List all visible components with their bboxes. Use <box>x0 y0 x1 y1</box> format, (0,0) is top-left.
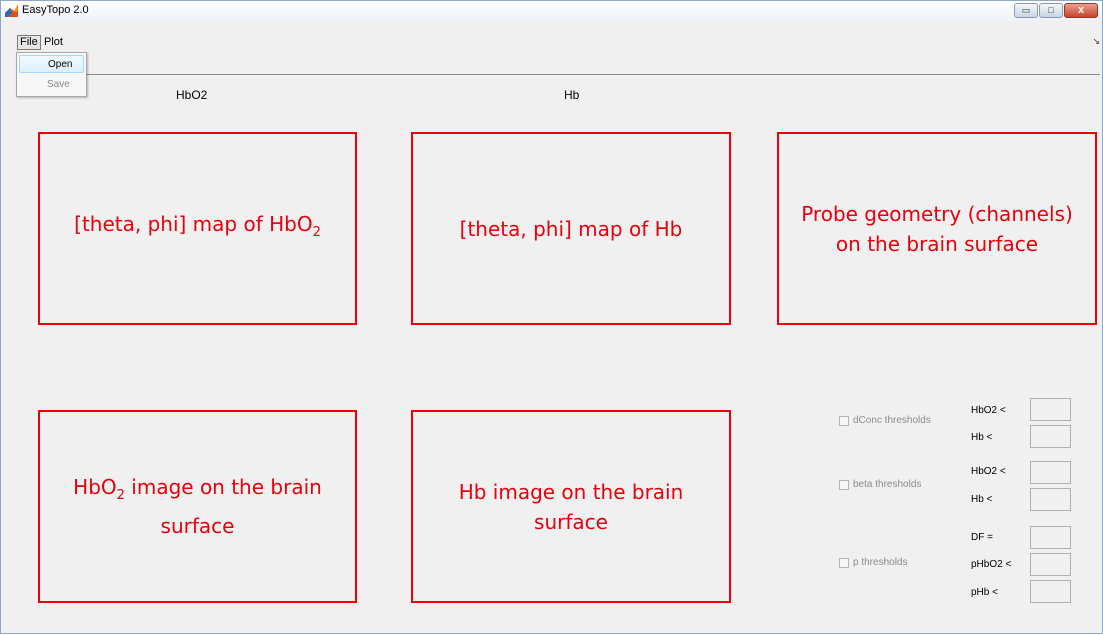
panel-image-hb-line1: Hb image on the brain <box>458 479 684 504</box>
panel-image-hbo2-line2: surface <box>160 514 235 538</box>
panel-probe-line1: Probe geometry (channels) <box>801 201 1073 226</box>
minimize-button[interactable]: ▭ <box>1014 3 1038 18</box>
menu-file[interactable]: File <box>17 35 41 50</box>
p-hbo2-label: pHbO2 < <box>971 559 1012 570</box>
beta-thresholds-checkbox[interactable]: beta thresholds <box>839 479 921 490</box>
beta-hbo2-input[interactable] <box>1030 461 1071 484</box>
p-thresholds-label: p thresholds <box>853 557 908 568</box>
file-menu-dropdown: Open Save <box>16 52 87 97</box>
window-controls: ▭ □ x <box>1013 3 1098 18</box>
menu-item-save[interactable]: Save <box>19 76 84 94</box>
maximize-button[interactable]: □ <box>1039 3 1063 18</box>
panel-image-hb: Hb image on the brain surface <box>411 410 731 603</box>
close-button[interactable]: x <box>1064 3 1098 18</box>
checkbox-box[interactable] <box>839 479 849 490</box>
app-window: EasyTopo 2.0 ▭ □ x File Plot ↘ HbO2 Hb [… <box>0 0 1103 634</box>
beta-hbo2-label: HbO2 < <box>971 466 1006 477</box>
beta-hb-label: Hb < <box>971 494 993 505</box>
panel-image-hb-line2: surface <box>534 509 608 534</box>
p-hb-label: pHb < <box>971 587 998 598</box>
close-icon: x <box>1077 4 1085 16</box>
dconc-thresholds-label: dConc thresholds <box>853 415 931 426</box>
p-thresholds-checkbox[interactable]: p thresholds <box>839 557 907 568</box>
panel-map-hb-label: [theta, phi] map of Hb <box>459 216 683 241</box>
p-df-label: DF = <box>971 532 993 543</box>
p-hb-input[interactable] <box>1030 580 1071 603</box>
panel-image-hbo2-line1: HbO2 image on the brain <box>73 475 322 503</box>
dconc-hbo2-input[interactable] <box>1030 398 1071 421</box>
panel-probe-geometry: Probe geometry (channels) on the brain s… <box>777 132 1097 325</box>
dconc-hb-label: Hb < <box>971 432 993 443</box>
panel-map-hbo2-label: [theta, phi] map of HbO2 <box>74 212 321 240</box>
panel-map-hbo2: [theta, phi] map of HbO2 <box>38 132 357 325</box>
menu-plot[interactable]: Plot <box>42 36 65 49</box>
menu-item-open[interactable]: Open <box>19 55 84 73</box>
header-hbo2: HbO2 <box>176 88 208 102</box>
dconc-thresholds-checkbox[interactable]: dConc thresholds <box>839 415 931 426</box>
panel-image-hbo2: HbO2 image on the brain surface <box>38 410 357 603</box>
matlab-logo-icon <box>5 4 18 17</box>
beta-hb-input[interactable] <box>1030 488 1071 511</box>
header-hb: Hb <box>564 88 580 102</box>
panel-probe-line2: on the brain surface <box>835 231 1039 256</box>
beta-thresholds-label: beta thresholds <box>853 479 922 490</box>
toolbar-overflow-icon[interactable]: ↘ <box>1092 37 1100 47</box>
title-bar[interactable]: EasyTopo 2.0 ▭ □ x <box>1 1 1102 21</box>
toolbar-separator <box>86 74 1100 75</box>
dconc-hbo2-label: HbO2 < <box>971 405 1006 416</box>
p-hbo2-input[interactable] <box>1030 553 1071 576</box>
checkbox-box[interactable] <box>839 557 849 568</box>
window-title: EasyTopo 2.0 <box>22 4 89 16</box>
p-df-input[interactable] <box>1030 526 1071 549</box>
menu-bar: File Plot ↘ <box>1 21 1102 51</box>
panel-map-hb: [theta, phi] map of Hb <box>411 132 731 325</box>
maximize-icon: □ <box>1048 5 1054 15</box>
dconc-hb-input[interactable] <box>1030 425 1071 448</box>
checkbox-box[interactable] <box>839 415 849 426</box>
minimize-icon: ▭ <box>1021 5 1031 15</box>
